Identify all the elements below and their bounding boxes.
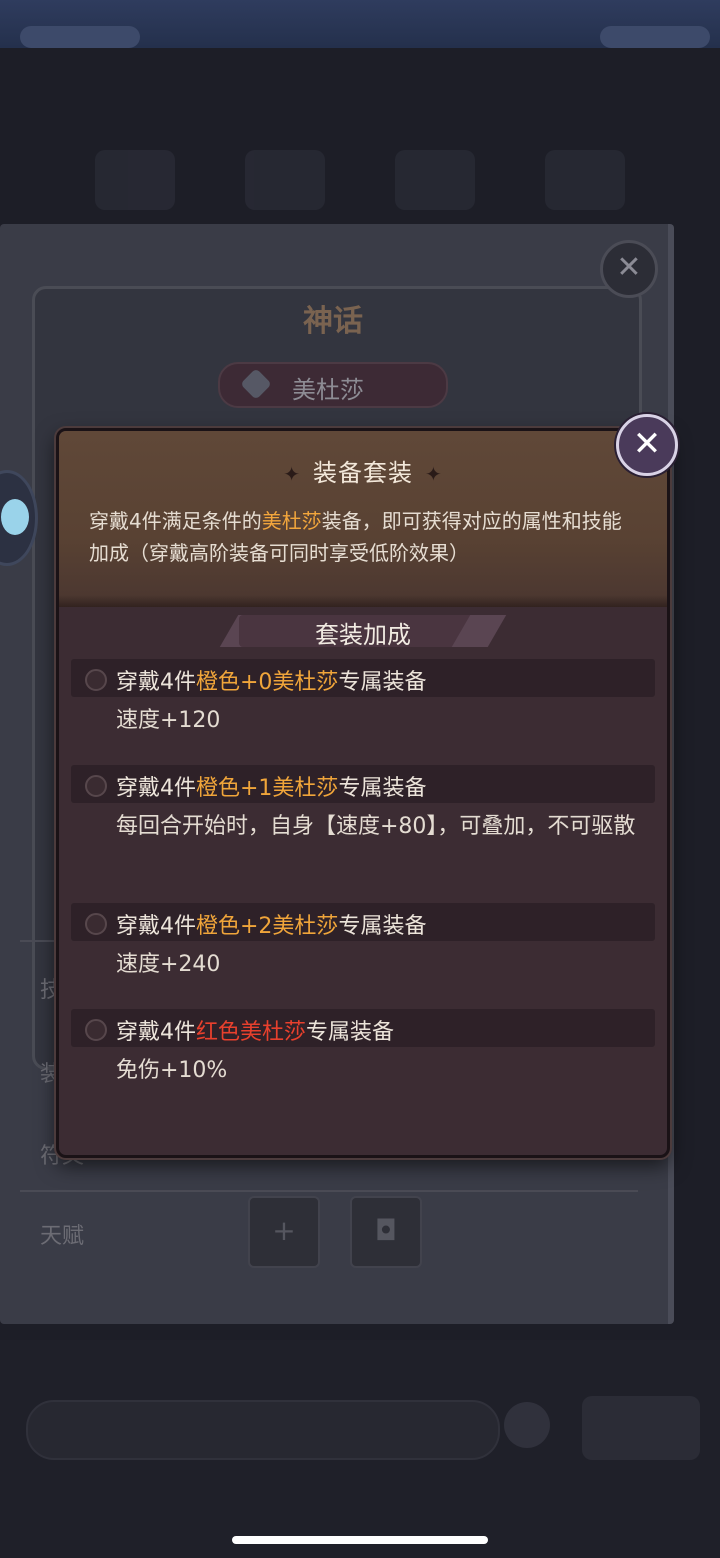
tier-condition: 穿戴4件橙色+2美杜莎专属装备 — [116, 908, 426, 940]
desc-hero-highlight: 美杜莎 — [261, 509, 322, 533]
tier-condition: 穿戴4件橙色+0美杜莎专属装备 — [116, 664, 426, 696]
sparkle-left-icon: ✦ — [283, 462, 301, 486]
dialog-header: ✦ 装备套装 ✦ 穿戴4件满足条件的美杜莎装备，即可获得对应的属性和技能加成（穿戴高… — [59, 431, 667, 607]
tier-suffix: 专属装备 — [338, 776, 427, 801]
tier-condition: 穿戴4件红色美杜莎专属装备 — [116, 1014, 394, 1046]
divider — [20, 1190, 638, 1192]
dialog-title: 装备套装 — [313, 459, 413, 487]
tier-condition-row: 穿戴4件红色美杜莎专属装备 — [71, 1009, 655, 1047]
set-bonus-title: 套装加成 — [315, 621, 411, 649]
hero-name: 美杜莎 — [292, 376, 364, 404]
faction-icon — [240, 368, 272, 400]
background-character-tabs — [60, 150, 660, 220]
assistant-face-icon — [1, 499, 29, 535]
tier-prefix: 穿戴4件 — [116, 670, 196, 695]
home-indicator[interactable] — [232, 1536, 488, 1544]
tier-status-radio-icon — [85, 669, 107, 691]
top-scenery — [0, 0, 720, 48]
tier-highlight: 橙色+2美杜莎 — [196, 914, 339, 939]
dialog-description: 穿戴4件满足条件的美杜莎装备，即可获得对应的属性和技能加成（穿戴高阶装备可同时享… — [89, 505, 641, 569]
tier-suffix: 专属装备 — [338, 914, 427, 939]
tier-effect: 速度+120 — [116, 708, 221, 733]
equipment-set-dialog: ✦ 装备套装 ✦ 穿戴4件满足条件的美杜莎装备，即可获得对应的属性和技能加成（穿戴高… — [56, 428, 670, 1158]
send-button[interactable] — [582, 1396, 700, 1460]
tier-highlight: 橙色+0美杜莎 — [196, 670, 339, 695]
tier-highlight: 橙色+1美杜莎 — [196, 776, 339, 801]
dialog-close-icon[interactable]: ✕ — [616, 414, 678, 476]
sparkle-right-icon: ✦ — [425, 462, 443, 486]
chat-input[interactable] — [26, 1400, 500, 1460]
set-tier-3: 穿戴4件橙色+2美杜莎专属装备 速度+240 — [71, 903, 655, 981]
tier-prefix: 穿戴4件 — [116, 1020, 196, 1045]
tier-condition: 穿戴4件橙色+1美杜莎专属装备 — [116, 770, 426, 802]
tier-prefix: 穿戴4件 — [116, 914, 196, 939]
hero-name-plate: 美杜莎 — [218, 362, 448, 408]
myth-rarity-badge: 神话 — [303, 304, 363, 339]
set-tier-2: 穿戴4件橙色+1美杜莎专属装备 每回合开始时，自身【速度+80】，可叠加，不可驱… — [71, 765, 655, 843]
tier-suffix: 专属装备 — [338, 670, 427, 695]
tier-highlight: 红色美杜莎 — [196, 1020, 307, 1045]
tier-condition-row: 穿戴4件橙色+2美杜莎专属装备 — [71, 903, 655, 941]
tier-effect: 速度+240 — [116, 952, 221, 977]
tier-condition-row: 穿戴4件橙色+1美杜莎专属装备 — [71, 765, 655, 803]
tier-suffix: 专属装备 — [306, 1020, 395, 1045]
tier-prefix: 穿戴4件 — [116, 776, 196, 801]
panel-close-icon[interactable]: ✕ — [600, 240, 658, 298]
talent-lock-icon[interactable]: ◘ — [350, 1196, 422, 1268]
dialog-title-row: ✦ 装备套装 ✦ — [59, 453, 667, 488]
tier-status-radio-icon — [85, 775, 107, 797]
emoji-icon[interactable] — [504, 1402, 550, 1448]
set-tier-1: 穿戴4件橙色+0美杜莎专属装备 速度+120 — [71, 659, 655, 737]
tier-effect: 免伤+10% — [116, 1058, 228, 1083]
bottom-chat-bar — [0, 1340, 720, 1558]
desc-text: 穿戴4件满足条件的 — [89, 509, 262, 533]
tier-status-radio-icon — [85, 913, 107, 935]
talent-add-slot[interactable]: + — [248, 1196, 320, 1268]
set-bonus-header: 套装加成 — [59, 609, 667, 651]
tier-status-radio-icon — [85, 1019, 107, 1041]
tier-condition-row: 穿戴4件橙色+0美杜莎专属装备 — [71, 659, 655, 697]
set-tier-4: 穿戴4件红色美杜莎专属装备 免伤+10% — [71, 1009, 655, 1087]
tier-effect: 每回合开始时，自身【速度+80】，可叠加，不可驱散 — [116, 814, 636, 839]
label-talent: 天赋 — [40, 1224, 85, 1249]
